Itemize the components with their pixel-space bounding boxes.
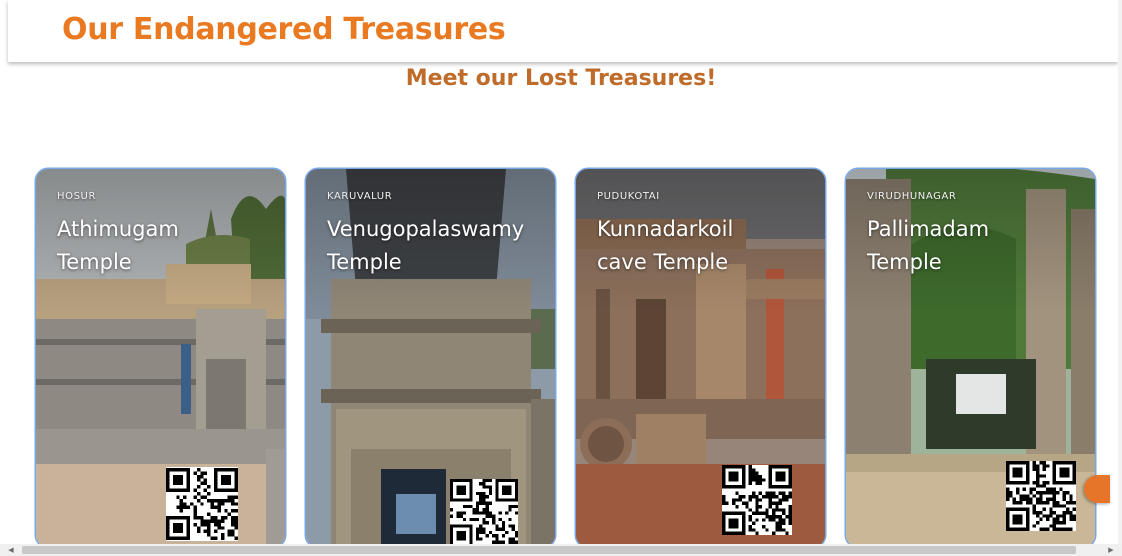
temple-card-pallimadam[interactable]: VIRUDHUNAGAR Pallimadam Temple <box>846 169 1095 547</box>
caret-left-icon[interactable]: ◀ <box>4 544 18 556</box>
card-title: Venugopalaswamy Temple <box>327 217 525 274</box>
temple-card-venugopalaswamy[interactable]: KARUVALUR Venugopalaswamy Temple <box>306 169 555 547</box>
qr-code-icon <box>450 479 518 547</box>
card-location: KARUVALUR <box>327 191 393 202</box>
card-location: PUDUKOTAI <box>597 191 660 202</box>
chevron-right-icon[interactable] <box>1084 475 1110 503</box>
qr-code-icon <box>722 465 792 535</box>
qr-code-icon <box>1006 461 1076 531</box>
section-subtitle: Meet our Lost Treasures! <box>405 66 717 91</box>
qr-code-icon <box>166 467 238 541</box>
temple-card-athimugam[interactable]: HOSUR Athimugam Temple <box>36 169 285 547</box>
caret-right-icon[interactable]: ▶ <box>1104 544 1118 556</box>
temple-card-kunnadarkoil[interactable]: PUDUKOTAI Kunnadarkoil cave Temple <box>576 169 825 547</box>
page: Our Endangered Treasures Meet our Lost T… <box>0 0 1122 556</box>
scrollbar-thumb[interactable] <box>22 546 1076 554</box>
page-title: Our Endangered Treasures <box>62 12 506 47</box>
horizontal-scrollbar[interactable]: ◀ ▶ <box>0 544 1122 556</box>
card-location: VIRUDHUNAGAR <box>867 191 957 202</box>
card-title: Kunnadarkoil cave Temple <box>597 217 734 274</box>
site-header: Our Endangered Treasures <box>8 0 1118 62</box>
vertical-scrollbar[interactable] <box>1118 0 1122 544</box>
card-title: Pallimadam Temple <box>867 217 990 274</box>
card-location: HOSUR <box>57 191 97 202</box>
card-title: Athimugam Temple <box>57 217 179 274</box>
